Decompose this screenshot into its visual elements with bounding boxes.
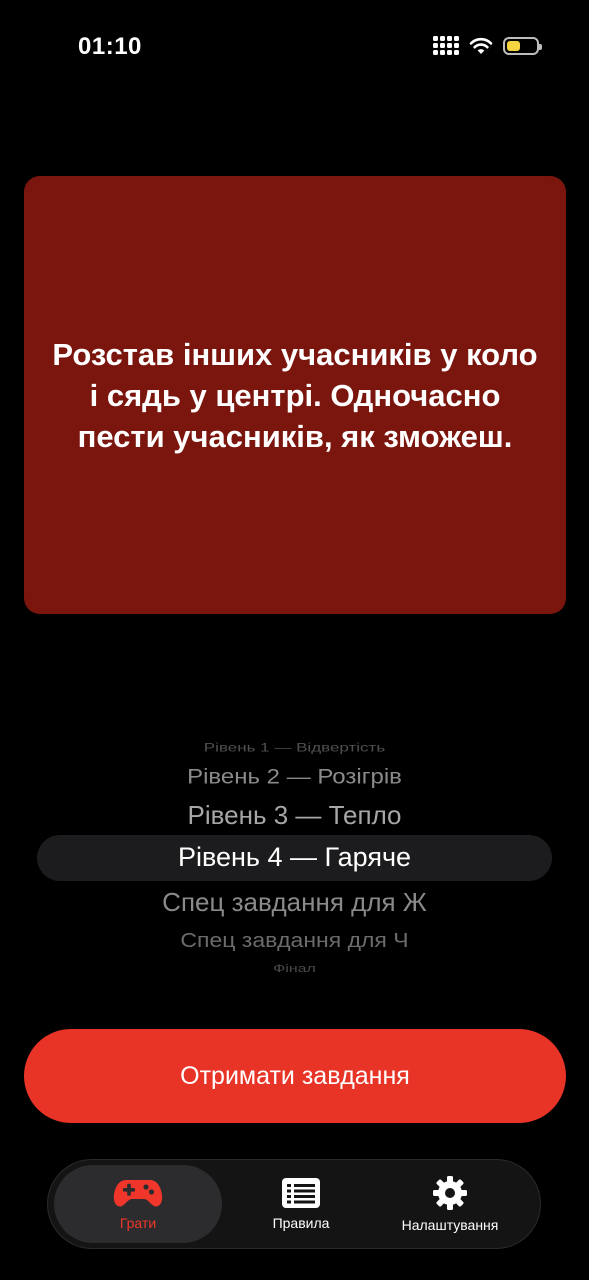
task-text: Розстав інших учасників у коло і сядь у … xyxy=(52,336,538,454)
picker-option[interactable]: Спец завдання для Ч xyxy=(0,929,589,953)
task-card: Розстав інших учасників у коло і сядь у … xyxy=(24,176,566,614)
tab-play[interactable]: Грати xyxy=(54,1165,222,1243)
gamepad-icon xyxy=(113,1180,163,1207)
picker-option-selected[interactable]: Рівень 4 — Гаряче xyxy=(0,842,589,873)
tab-label: Правила xyxy=(272,1215,330,1231)
gear-icon xyxy=(433,1176,467,1210)
get-task-button[interactable]: Отримати завдання xyxy=(24,1029,566,1123)
tab-settings[interactable]: Налаштування xyxy=(368,1160,532,1248)
wifi-icon xyxy=(469,37,493,54)
tab-label: Налаштування xyxy=(401,1217,499,1233)
tab-label: Грати xyxy=(119,1215,157,1231)
list-icon xyxy=(282,1178,320,1208)
status-bar: 01:10 xyxy=(0,0,589,96)
status-time: 01:10 xyxy=(78,33,142,60)
battery-icon xyxy=(503,36,542,55)
signal-icon xyxy=(433,36,459,55)
level-picker[interactable]: Рівень 1 — Відвертість Рівень 2 — Розігр… xyxy=(0,730,589,980)
picker-option[interactable]: Рівень 1 — Відвертість xyxy=(0,741,589,755)
picker-option[interactable]: Рівень 2 — Розігрів xyxy=(0,764,589,789)
picker-option[interactable]: Рівень 3 — Тепло xyxy=(0,800,589,831)
tab-rules[interactable]: Правила xyxy=(219,1160,383,1248)
tab-bar: Грати Правила Налаштування xyxy=(47,1159,541,1249)
picker-option[interactable]: Фінал xyxy=(0,963,589,976)
status-icons xyxy=(433,36,542,55)
picker-option[interactable]: Спец завдання для Ж xyxy=(0,887,589,918)
